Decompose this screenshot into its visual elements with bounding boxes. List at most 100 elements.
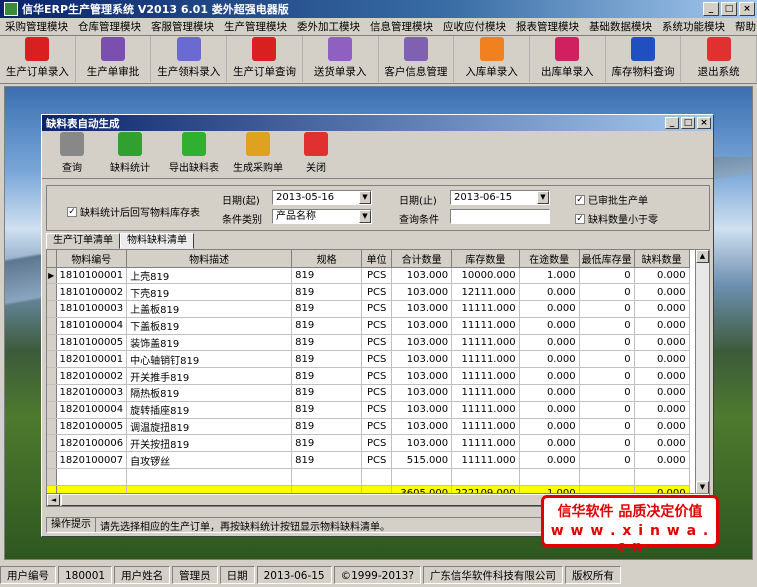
table-cell[interactable]: 11111.000 <box>451 350 520 369</box>
table-cell[interactable]: 103.000 <box>391 300 453 318</box>
column-header[interactable]: 规格 <box>291 250 363 268</box>
table-cell[interactable]: 0.000 <box>634 267 690 285</box>
dialog-toolbar-button-4[interactable]: 关闭 <box>290 131 342 177</box>
table-cell[interactable]: 103.000 <box>391 401 453 419</box>
table-cell[interactable]: 0.000 <box>519 434 580 453</box>
table-cell[interactable]: 1810100003 <box>56 300 128 318</box>
table-cell[interactable]: 819 <box>291 334 363 352</box>
table-cell[interactable]: 12111.000 <box>451 283 520 302</box>
table-row[interactable]: 1820100003 隔热板819 819 PCS 103.000 11111.000 0.… <box>47 384 690 402</box>
date-to-field[interactable]: 2013-06-15 ▼ <box>450 190 550 205</box>
table-cell[interactable]: 0 <box>579 334 635 352</box>
table-cell[interactable]: 819 <box>291 418 363 436</box>
table-cell[interactable]: 0 <box>579 384 635 402</box>
dialog-toolbar-button-3[interactable]: 生成采购单 <box>226 131 290 177</box>
row-selector[interactable] <box>47 283 57 302</box>
table-cell[interactable]: 0.000 <box>634 350 690 369</box>
dialog-minimize-button[interactable]: _ <box>665 117 679 129</box>
table-cell[interactable]: 0 <box>579 418 635 436</box>
row-selector[interactable] <box>47 300 57 318</box>
table-cell[interactable]: 装饰盖819 <box>126 334 293 352</box>
query-input[interactable] <box>450 209 550 224</box>
table-cell[interactable]: 0 <box>579 300 635 318</box>
table-cell[interactable]: 0.000 <box>519 384 580 402</box>
table-cell[interactable]: 11111.000 <box>451 367 520 386</box>
column-header[interactable]: 最低库存量 <box>579 250 635 268</box>
column-header[interactable]: 库存数量 <box>451 250 520 268</box>
chevron-down-icon[interactable]: ▼ <box>359 210 371 223</box>
writeback-checkbox[interactable]: ✓ 缺料统计后回写物料库存表 <box>67 204 200 219</box>
table-cell[interactable]: 0 <box>579 350 635 369</box>
table-cell[interactable]: 0.000 <box>634 317 690 335</box>
menu-item-7[interactable]: 报表管理模块 <box>511 19 584 34</box>
table-cell[interactable]: 上壳819 <box>126 267 293 285</box>
table-cell[interactable]: 0 <box>579 451 635 470</box>
tab-production-orders[interactable]: 生产订单清单 <box>46 233 120 249</box>
table-cell[interactable]: 11111.000 <box>451 401 520 419</box>
table-cell[interactable]: 515.000 <box>391 451 453 470</box>
table-cell[interactable]: 自攻锣丝 <box>126 451 293 470</box>
table-cell[interactable]: 1820100005 <box>56 418 128 436</box>
table-cell[interactable]: 1820100004 <box>56 401 128 419</box>
scroll-left-icon[interactable]: ◄ <box>47 494 60 506</box>
table-row[interactable]: 1810100003 上盖板819 819 PCS 103.000 11111.000 0.… <box>47 300 690 318</box>
table-cell[interactable]: PCS <box>361 317 393 335</box>
row-selector[interactable] <box>47 367 57 386</box>
chevron-down-icon[interactable]: ▼ <box>537 191 549 204</box>
table-cell[interactable]: PCS <box>361 401 393 419</box>
table-cell[interactable]: 10000.000 <box>451 267 520 285</box>
table-cell[interactable]: 11111.000 <box>451 384 520 402</box>
table-cell[interactable]: 103.000 <box>391 267 453 285</box>
tab-material-shortage[interactable]: 物料缺料清单 <box>120 233 194 249</box>
table-cell[interactable]: 0.000 <box>634 434 690 453</box>
table-cell[interactable]: 11111.000 <box>451 317 520 335</box>
toolbar-button-1[interactable]: 生产单审批 <box>76 36 152 82</box>
table-cell[interactable]: PCS <box>361 334 393 352</box>
toolbar-button-4[interactable]: 送货单录入 <box>303 36 379 82</box>
table-cell[interactable]: 0 <box>579 434 635 453</box>
table-cell[interactable]: 隔热板819 <box>126 384 293 402</box>
table-cell[interactable]: 819 <box>291 384 363 402</box>
dialog-toolbar-button-1[interactable]: 缺料统计 <box>98 131 162 177</box>
approved-checkbox[interactable]: ✓ 已审批生产单 <box>575 192 648 207</box>
menu-item-10[interactable]: 帮助 <box>730 19 757 34</box>
row-selector[interactable] <box>47 384 57 402</box>
table-cell[interactable]: 1810100004 <box>56 317 128 335</box>
table-cell[interactable]: 中心轴销钉819 <box>126 350 293 369</box>
row-selector[interactable] <box>47 350 57 369</box>
maximize-button[interactable]: □ <box>721 2 737 16</box>
table-cell[interactable]: 11111.000 <box>451 334 520 352</box>
table-cell[interactable]: 0 <box>579 401 635 419</box>
condition-type-select[interactable]: 产品名称 ▼ <box>272 209 372 224</box>
shortage-grid[interactable]: 物料编号 物料描述 规格 单位 合计数量 库存数量 在途数量 最低库存量 缺料数量 ▶ 181010… <box>46 249 710 507</box>
menu-item-2[interactable]: 客服管理模块 <box>146 19 219 34</box>
table-cell[interactable]: 0.000 <box>519 401 580 419</box>
table-cell[interactable]: PCS <box>361 300 393 318</box>
table-cell[interactable]: 0.000 <box>634 401 690 419</box>
menu-item-5[interactable]: 信息管理模块 <box>365 19 438 34</box>
table-cell[interactable]: 0 <box>579 283 635 302</box>
chevron-down-icon[interactable]: ▼ <box>359 191 371 204</box>
table-cell[interactable]: 103.000 <box>391 283 453 302</box>
table-cell[interactable]: 103.000 <box>391 350 453 369</box>
table-row[interactable]: 1820100004 旋转插座819 819 PCS 103.000 11111.000 0… <box>47 401 690 419</box>
table-cell[interactable]: 0.000 <box>519 451 580 470</box>
menu-item-0[interactable]: 采购管理模块 <box>0 19 73 34</box>
table-cell[interactable]: PCS <box>361 384 393 402</box>
dialog-toolbar-button-2[interactable]: 导出缺料表 <box>162 131 226 177</box>
table-row[interactable]: 1810100004 下盖板819 819 PCS 103.000 11111.000 0.… <box>47 317 690 335</box>
table-cell[interactable]: 1820100002 <box>56 367 128 386</box>
toolbar-button-2[interactable]: 生产领料录入 <box>151 36 228 82</box>
table-cell[interactable]: 11111.000 <box>451 434 520 453</box>
table-cell[interactable]: 0.000 <box>519 418 580 436</box>
table-row[interactable]: ▶ 1810100001 上壳819 819 PCS 103.000 10000.000 1.… <box>47 267 690 285</box>
table-cell[interactable]: 819 <box>291 267 363 285</box>
toolbar-button-9[interactable]: 退出系统 <box>681 36 757 82</box>
table-row[interactable]: 1810100002 下壳819 819 PCS 103.000 12111.000 0.0… <box>47 283 690 302</box>
table-row[interactable]: 1820100002 开关推手819 819 PCS 103.000 11111.000 0… <box>47 367 690 386</box>
toolbar-button-6[interactable]: 入库单录入 <box>454 36 530 82</box>
table-cell[interactable]: 1820100003 <box>56 384 128 402</box>
row-selector[interactable] <box>47 418 57 436</box>
menu-item-6[interactable]: 应收应付模块 <box>438 19 511 34</box>
table-cell[interactable]: 上盖板819 <box>126 300 293 318</box>
